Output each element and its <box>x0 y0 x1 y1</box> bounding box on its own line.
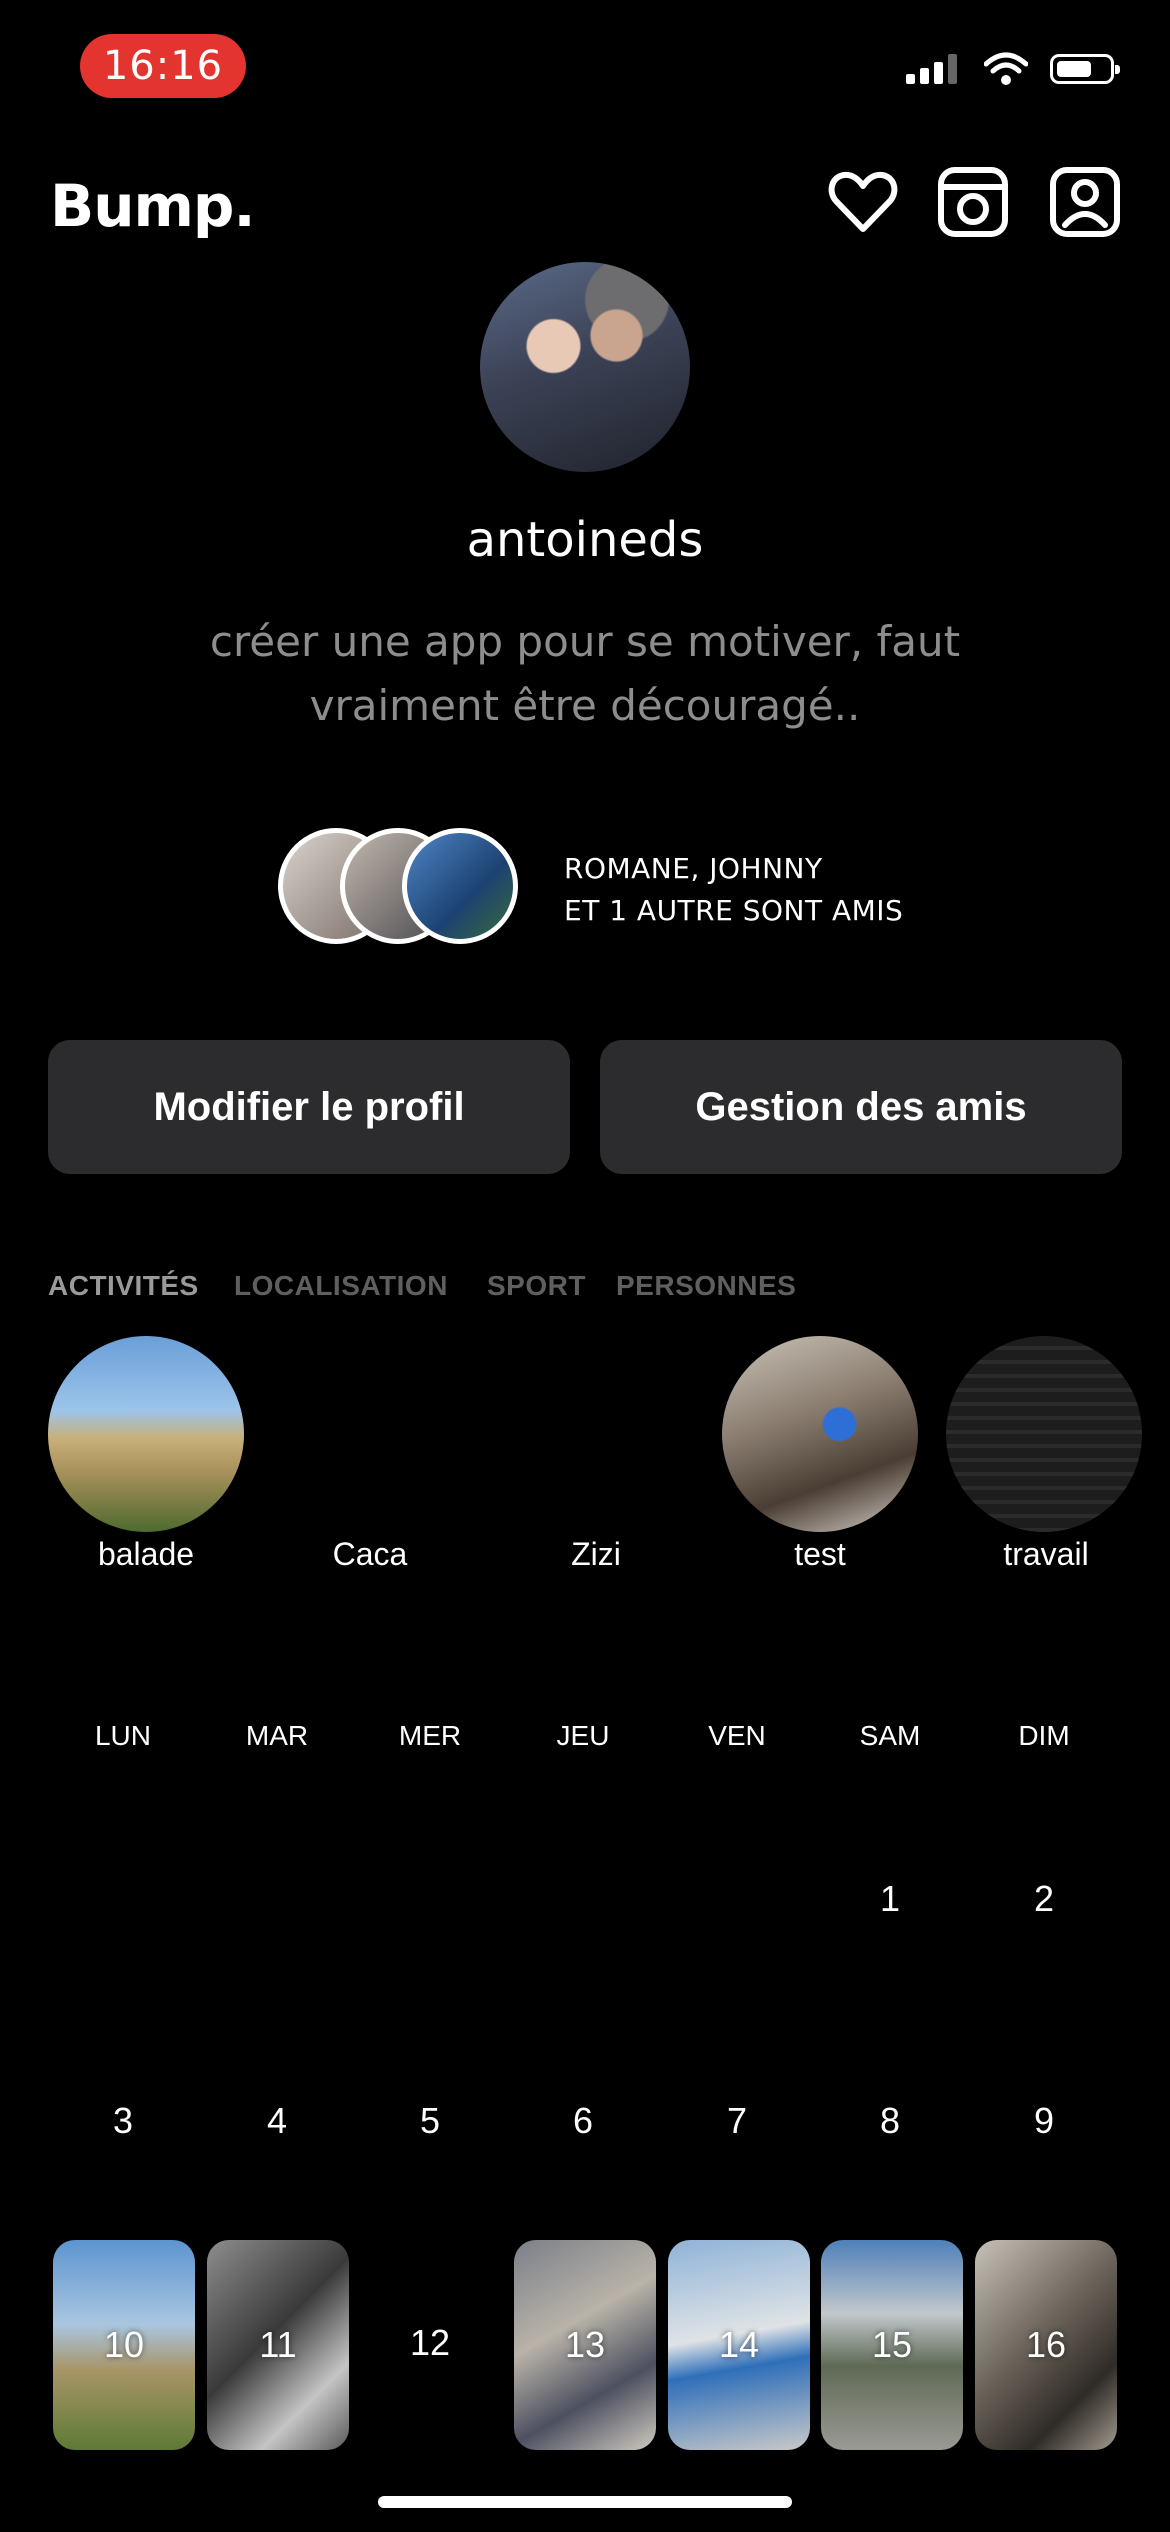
weekday-mar: MAR <box>245 1720 309 1751</box>
activity-label-balade[interactable]: balade <box>46 1536 246 1573</box>
weekday-dim: DIM <box>1018 1720 1070 1751</box>
friend-avatar-3[interactable] <box>402 828 518 944</box>
weekday-ven: VEN <box>708 1720 766 1751</box>
activity-label-zizi[interactable]: Zizi <box>496 1536 696 1573</box>
camera-icon[interactable] <box>936 165 1010 239</box>
tab-activites[interactable]: ACTIVITÉS <box>48 1270 199 1302</box>
activity-label-caca[interactable]: Caca <box>270 1536 470 1573</box>
mutual-friends-line-1: ROMANE, JOHNNY <box>564 852 823 885</box>
mutual-friends-line-2: ET 1 AUTRE SONT AMIS <box>564 894 904 927</box>
home-indicator[interactable] <box>378 2496 792 2508</box>
calendar-day-tile[interactable]: 10 <box>53 2240 195 2450</box>
weekday-sam: SAM <box>859 1720 921 1751</box>
calendar-day-tile[interactable]: 11 <box>207 2240 349 2450</box>
activity-image-balade[interactable] <box>48 1336 244 1532</box>
calendar-day-tile[interactable]: 14 <box>668 2240 810 2450</box>
calendar-day[interactable]: 6 <box>513 2100 653 2142</box>
status-icons <box>906 52 1120 86</box>
weekday-jeu: JEU <box>556 1720 610 1751</box>
cellular-signal-icon <box>906 54 962 84</box>
tab-sport[interactable]: SPORT <box>487 1270 586 1302</box>
mutual-friends-text[interactable]: ROMANE, JOHNNY ET 1 AUTRE SONT AMIS <box>564 848 903 932</box>
profile-icon[interactable] <box>1048 165 1122 239</box>
profile-avatar[interactable] <box>480 262 690 472</box>
status-time: 16:16 <box>80 34 246 98</box>
calendar-day[interactable]: 12 <box>360 2322 500 2364</box>
heart-icon[interactable] <box>826 165 900 239</box>
activity-label-test[interactable]: test <box>720 1536 920 1573</box>
weekday-lun: LUN <box>94 1720 151 1751</box>
calendar-day[interactable]: 8 <box>820 2100 960 2142</box>
username: antoineds <box>466 512 704 568</box>
profile-bio: créer une app pour se motiver, faut vrai… <box>209 617 961 730</box>
calendar-day-tile[interactable]: 15 <box>821 2240 963 2450</box>
edit-profile-button[interactable]: Modifier le profil <box>48 1040 570 1174</box>
calendar-day[interactable]: 4 <box>207 2100 347 2142</box>
calendar-day[interactable]: 5 <box>360 2100 500 2142</box>
wifi-icon <box>984 52 1028 85</box>
weekday-mer: MER <box>398 1720 462 1751</box>
tab-personnes[interactable]: PERSONNES <box>616 1270 796 1302</box>
manage-friends-button[interactable]: Gestion des amis <box>600 1040 1122 1174</box>
activity-image-travail[interactable] <box>946 1336 1142 1532</box>
app-logo: Bump. <box>50 172 255 240</box>
calendar-day[interactable]: 9 <box>974 2100 1114 2142</box>
activity-label-travail[interactable]: travail <box>946 1536 1146 1573</box>
activity-image-test[interactable] <box>722 1336 918 1532</box>
calendar-day[interactable]: 2 <box>974 1878 1114 1920</box>
calendar-day-tile[interactable]: 16 <box>975 2240 1117 2450</box>
tab-localisation[interactable]: LOCALISATION <box>234 1270 448 1302</box>
calendar-day-tile[interactable]: 13 <box>514 2240 656 2450</box>
battery-icon <box>1050 54 1120 84</box>
calendar-day[interactable]: 3 <box>53 2100 193 2142</box>
calendar-day[interactable]: 7 <box>667 2100 807 2142</box>
calendar-day[interactable]: 1 <box>820 1878 960 1920</box>
